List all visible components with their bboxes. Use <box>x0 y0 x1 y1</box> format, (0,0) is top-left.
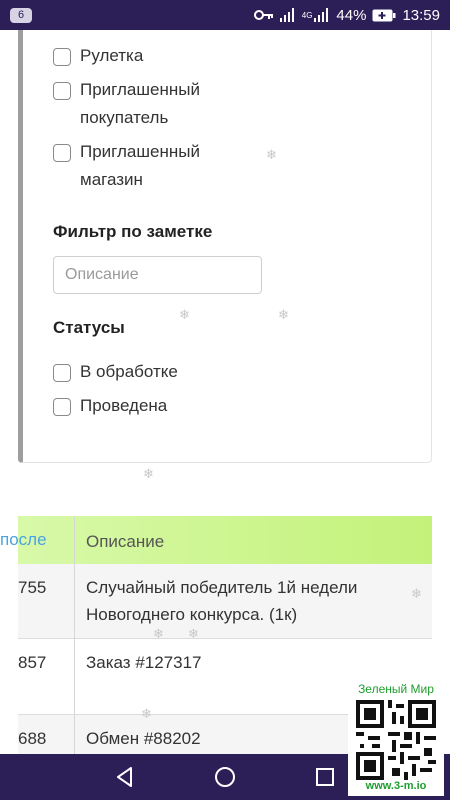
battery-icon <box>372 9 396 22</box>
snowflake-icon: ❄ <box>143 466 154 481</box>
watermark: Зеленый Мир www.3-m.io <box>348 682 444 796</box>
qr-code-icon <box>356 700 436 780</box>
statuses-title: Статусы <box>53 318 125 337</box>
snowflake-icon: ❄ <box>153 626 164 641</box>
signal-icon <box>279 8 296 22</box>
checkbox[interactable] <box>53 82 71 100</box>
column-header-balance-after[interactable]: после <box>0 516 75 564</box>
checkbox-label: Приглашенный магазин <box>80 142 200 189</box>
checkbox-label: В обработке <box>80 362 178 381</box>
back-button[interactable] <box>113 765 137 789</box>
snowflake-icon: ❄ <box>278 307 289 322</box>
clock: 13:59 <box>402 6 440 24</box>
filter-panel: Рулетка Приглашенный покупатель Приглаше… <box>18 30 432 463</box>
description-cell: Случайный победитель 1й недели Новогодне… <box>86 578 358 624</box>
balance-cell: 755 <box>18 564 75 638</box>
network-type: 4G <box>301 10 313 20</box>
status-icons: 4G 44% 13:59 <box>253 0 440 30</box>
table-header: после Описание <box>0 516 432 564</box>
checkbox-label: Проведена <box>80 396 168 415</box>
watermark-url: www.3-m.io <box>365 780 427 792</box>
note-filter-title: Фильтр по заметке <box>53 222 213 241</box>
back-icon <box>117 767 132 787</box>
filter-option-invited-buyer[interactable]: Приглашенный покупатель <box>53 80 230 132</box>
home-button[interactable] <box>213 765 237 789</box>
filter-option-roulette[interactable]: Рулетка <box>53 46 143 70</box>
status-bar: 6 4G 44% 13:59 <box>0 0 450 30</box>
table-row: 755 Случайный победитель 1й недели Новог… <box>18 564 432 639</box>
checkbox[interactable] <box>53 48 71 66</box>
home-icon <box>215 767 235 787</box>
checkbox[interactable] <box>53 144 71 162</box>
status-option-processing[interactable]: В обработке <box>53 362 178 386</box>
checkbox-label: Приглашенный покупатель <box>80 80 200 127</box>
status-option-completed[interactable]: Проведена <box>53 396 167 420</box>
checkbox[interactable] <box>53 364 71 382</box>
snowflake-icon: ❄ <box>411 586 422 601</box>
watermark-title: Зеленый Мир <box>358 682 434 696</box>
recents-button[interactable] <box>313 765 337 789</box>
key-icon <box>253 9 274 21</box>
battery-percent: 44% <box>336 6 367 24</box>
description-input[interactable] <box>53 256 262 294</box>
checkbox[interactable] <box>53 398 71 416</box>
snowflake-icon: ❄ <box>141 706 152 721</box>
snowflake-icon: ❄ <box>266 147 277 162</box>
notification-badge: 6 <box>10 8 32 23</box>
balance-cell: 857 <box>18 639 75 714</box>
snowflake-icon: ❄ <box>179 307 190 322</box>
checkbox-label: Рулетка <box>80 46 144 65</box>
filter-option-invited-shop[interactable]: Приглашенный магазин <box>53 142 230 194</box>
signal-icon-2 <box>314 8 330 22</box>
column-header-description[interactable]: Описание <box>75 516 432 564</box>
recents-icon <box>316 768 334 786</box>
snowflake-icon: ❄ <box>188 626 199 641</box>
